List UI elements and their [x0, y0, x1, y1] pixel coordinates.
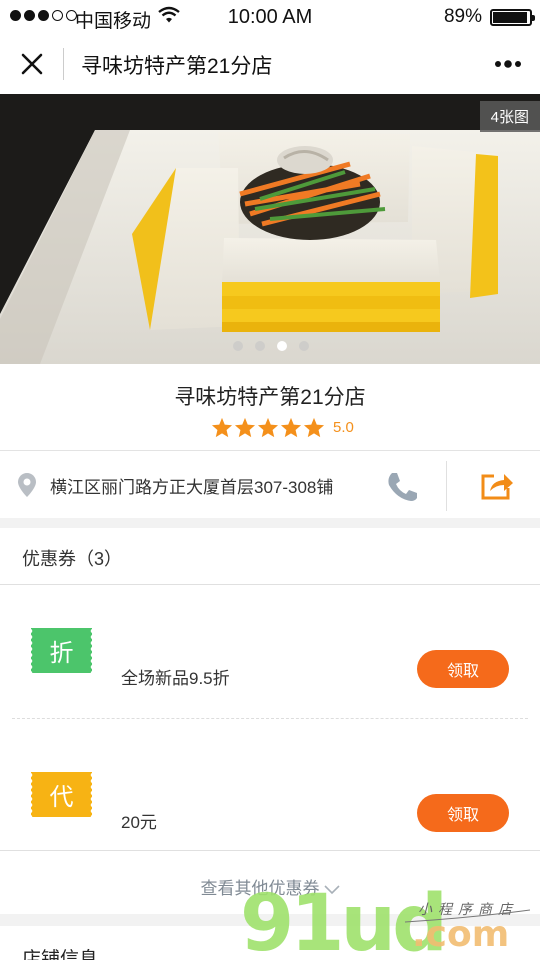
divider	[0, 850, 540, 851]
store-rating: 5.0	[211, 417, 354, 438]
store-address[interactable]: 横江区丽门路方正大厦首层307-308铺	[50, 473, 333, 498]
nav-divider	[63, 48, 64, 80]
coupon-divider	[12, 718, 528, 719]
coupon-description: 20元	[121, 813, 157, 832]
carousel-indicator	[233, 341, 309, 351]
action-divider	[446, 461, 447, 511]
watermark-logo: 91ud .com 小程序商店	[240, 888, 531, 960]
star-icon	[257, 417, 279, 438]
rating-score: 5.0	[333, 419, 354, 436]
navigation-bar: 寻味坊特产第21分店	[0, 34, 540, 94]
watermark-tagline: 小程序商店	[418, 902, 518, 918]
star-icon	[211, 417, 233, 438]
more-options-icon[interactable]	[494, 56, 522, 72]
store-name: 寻味坊特产第21分店	[174, 386, 366, 409]
carousel-dot-active[interactable]	[277, 341, 287, 351]
star-icon	[280, 417, 302, 438]
store-header: 寻味坊特产第21分店 5.0	[0, 364, 540, 450]
location-pin-icon	[18, 473, 36, 497]
carousel-dot[interactable]	[255, 341, 265, 351]
share-icon[interactable]	[480, 469, 514, 501]
phone-icon[interactable]	[385, 470, 419, 502]
claim-coupon-button[interactable]: 领取	[417, 650, 509, 688]
coupon-section-title: 优惠券（3）	[22, 549, 123, 569]
coupon-description: 全场新品9.5折	[121, 669, 230, 688]
coupon-section: 优惠券（3） 折 全场新品9.5折 领取 代 20元 领取 查看其他优惠券	[0, 528, 540, 914]
carousel-dot[interactable]	[299, 341, 309, 351]
coupon-card: 折 全场新品9.5折 领取	[0, 612, 540, 732]
battery-icon	[490, 9, 535, 26]
close-icon[interactable]	[18, 50, 46, 78]
address-row: 横江区丽门路方正大厦首层307-308铺	[0, 450, 540, 518]
coupon-card: 代 20元 领取	[0, 756, 540, 876]
voucher-badge: 代	[30, 772, 93, 817]
battery-percent: 89%	[443, 6, 482, 27]
page-title: 寻味坊特产第21分店	[81, 55, 273, 78]
carousel-dot[interactable]	[233, 341, 243, 351]
star-icon	[234, 417, 256, 438]
store-info-title: 店铺信息	[22, 949, 99, 960]
photo-carousel[interactable]: 4张图	[0, 94, 540, 364]
photo-count-badge[interactable]: 4张图	[479, 101, 540, 132]
star-icon	[303, 417, 325, 438]
claim-coupon-button[interactable]: 领取	[417, 794, 509, 832]
divider	[0, 584, 540, 585]
discount-badge: 折	[30, 628, 93, 673]
food-photo	[0, 94, 540, 364]
status-bar: 中国移动 10:00 AM 89%	[0, 0, 540, 34]
